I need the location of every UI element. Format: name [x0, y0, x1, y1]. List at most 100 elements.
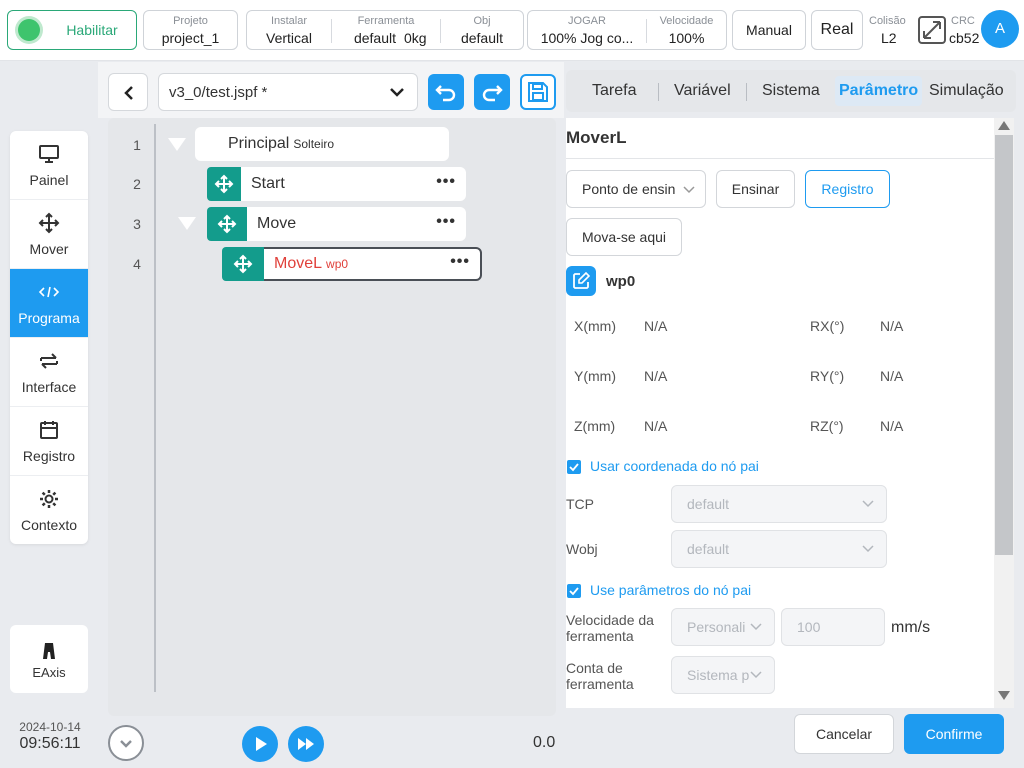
enable-label: Habilitar: [66, 22, 118, 38]
node-icon: [207, 207, 247, 241]
sidebar-item-contexto[interactable]: Contexto: [10, 476, 88, 544]
tool-account-label-line: ferramenta: [566, 676, 634, 692]
tool-speed-mode-select[interactable]: Personali: [671, 608, 775, 646]
tab-sistema[interactable]: Sistema: [762, 82, 820, 100]
sidebar-item-label: Programa: [18, 310, 80, 326]
tool-speed-label-line: ferramenta: [566, 628, 634, 644]
panel-title: MoverL: [566, 128, 627, 147]
user-avatar[interactable]: A: [981, 10, 1019, 48]
jog-speed-panel[interactable]: JOGAR 100% Jog co... Velocidade 100%: [527, 10, 727, 50]
move-arrows-icon: [38, 212, 60, 234]
tool-speed-mode-value: Personali: [687, 619, 746, 635]
undo-icon: [435, 85, 456, 102]
sidebar-item-label: Registro: [22, 448, 76, 464]
tool-value: default: [353, 30, 396, 46]
coord-label: RX(°): [810, 318, 845, 334]
monitor-icon: [39, 145, 59, 163]
tool-account-select[interactable]: Sistema p: [671, 656, 775, 694]
install-tool-obj-selector[interactable]: Instalar Vertical Ferramenta default 0kg…: [246, 10, 524, 50]
teach-button[interactable]: Ensinar: [716, 170, 795, 208]
scrollbar-thumb[interactable]: [995, 135, 1013, 555]
scroll-up-arrow-icon[interactable]: [998, 121, 1010, 130]
play-value: 100% Jog co...: [540, 30, 634, 46]
more-icon[interactable]: •••: [436, 173, 456, 191]
play-key: JOGAR: [568, 15, 606, 27]
eaxis-label: EAxis: [32, 665, 66, 680]
teach-point-value: Ponto de ensin: [582, 181, 676, 197]
tab-simulacao[interactable]: Simulação: [929, 82, 1004, 100]
use-parent-coord-checkbox[interactable]: [567, 460, 581, 474]
scroll-down-button[interactable]: [108, 725, 144, 761]
tcp-select[interactable]: default: [671, 485, 887, 523]
use-parent-coord-label[interactable]: Usar coordenada do nó pai: [590, 458, 759, 474]
edit-waypoint-button[interactable]: [566, 266, 596, 296]
confirm-button[interactable]: Confirme: [904, 714, 1004, 754]
node-sub: Solteiro: [293, 137, 335, 151]
tab-parametro[interactable]: Parâmetro: [835, 76, 923, 106]
more-icon[interactable]: •••: [436, 213, 456, 231]
collision-value: L2: [881, 30, 897, 46]
save-button[interactable]: [520, 74, 556, 110]
panel-scrollbar[interactable]: [994, 118, 1014, 708]
crc-value: cb52: [949, 30, 980, 46]
tree-node-movel[interactable]: MoveL wp0 •••: [222, 247, 482, 281]
sidebar-item-mover[interactable]: Mover: [10, 200, 88, 269]
obj-value: default: [460, 30, 504, 46]
move-arrows-icon: [217, 214, 237, 234]
move-here-button[interactable]: Mova-se aqui: [566, 218, 682, 256]
collapse-triangle-icon[interactable]: [168, 138, 186, 151]
collapse-triangle-icon[interactable]: [178, 217, 196, 230]
line-number: 3: [133, 216, 141, 232]
redo-button[interactable]: [474, 74, 510, 110]
chevron-down-icon: [750, 671, 762, 679]
tree-node-start[interactable]: Start •••: [207, 167, 466, 201]
use-parent-params-checkbox[interactable]: [567, 584, 581, 598]
play-button[interactable]: [242, 726, 278, 762]
fast-forward-icon: [298, 738, 314, 750]
teach-point-select[interactable]: Ponto de ensin: [566, 170, 706, 208]
more-icon[interactable]: •••: [450, 253, 470, 271]
tool-key: Ferramenta: [357, 15, 415, 27]
tab-variavel[interactable]: Variável: [674, 82, 731, 100]
tab-tarefa[interactable]: Tarefa: [592, 82, 636, 100]
manual-mode-button[interactable]: Manual: [732, 10, 806, 50]
enable-button[interactable]: Habilitar: [7, 10, 137, 50]
sidebar-item-label: Mover: [29, 241, 69, 257]
sidebar-item-label: Painel: [29, 172, 69, 188]
undo-button[interactable]: [428, 74, 464, 110]
record-button[interactable]: Registro: [805, 170, 890, 208]
real-mode-button[interactable]: Real: [811, 10, 863, 50]
coord-value: N/A: [644, 318, 668, 334]
use-parent-params-label[interactable]: Use parâmetros do nó pai: [590, 582, 751, 598]
file-selector[interactable]: v3_0/test.jspf *: [158, 73, 418, 111]
tree-node-move[interactable]: Move •••: [207, 207, 466, 241]
node-icon: [207, 167, 241, 201]
status-led-icon: [18, 19, 40, 41]
wobj-value: default: [687, 541, 730, 557]
chevron-down-icon: [683, 186, 695, 194]
tree-node-principal[interactable]: Principal Solteiro: [195, 127, 449, 161]
code-icon: [38, 286, 60, 298]
calendar-icon: [40, 421, 58, 439]
step-forward-button[interactable]: [288, 726, 324, 762]
install-value: Vertical: [266, 30, 312, 46]
sidebar-item-interface[interactable]: Interface: [10, 338, 88, 407]
back-button[interactable]: [108, 73, 148, 111]
cancel-button[interactable]: Cancelar: [794, 714, 894, 754]
sidebar-item-programa[interactable]: Programa: [10, 269, 88, 338]
project-selector[interactable]: Projeto project_1: [143, 10, 238, 50]
eaxis-button[interactable]: EAxis: [10, 625, 88, 693]
sidebar-item-registro[interactable]: Registro: [10, 407, 88, 476]
speed-key: Velocidade: [659, 15, 714, 27]
chevron-down-icon: [862, 545, 874, 553]
panel-tabs: Tarefa Variável Sistema Parâmetro Simula…: [566, 70, 1016, 112]
tree-rail: [154, 124, 156, 692]
expand-icon[interactable]: [918, 16, 946, 44]
wobj-select[interactable]: default: [671, 530, 887, 568]
scroll-down-arrow-icon[interactable]: [998, 691, 1010, 700]
sidebar-item-painel[interactable]: Painel: [10, 131, 88, 200]
tool-speed-input[interactable]: 100: [781, 608, 885, 646]
line-number: 4: [133, 256, 141, 272]
obj-key: Obj: [473, 15, 491, 27]
node-name: Move: [257, 215, 297, 232]
